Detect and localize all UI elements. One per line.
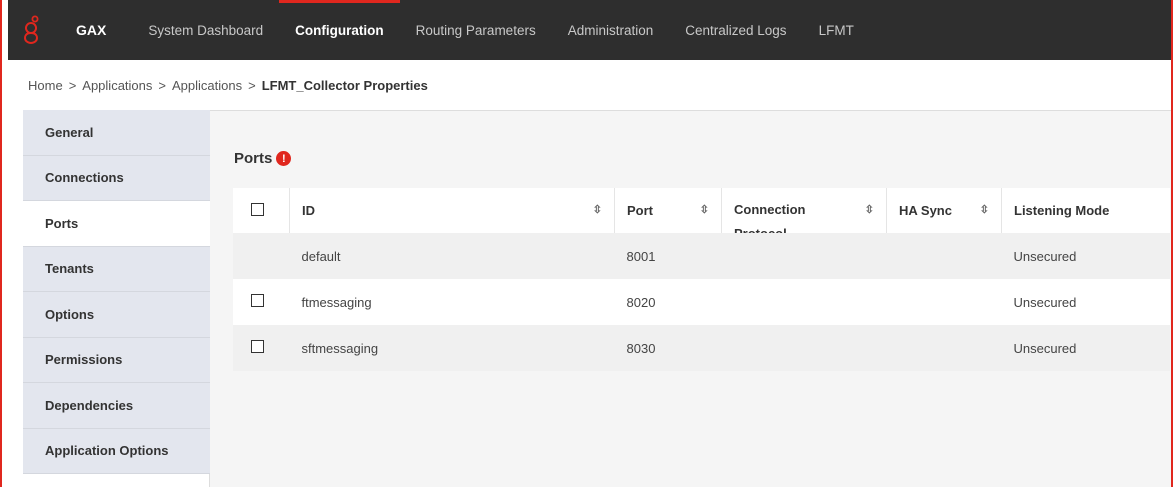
brand-name[interactable]: GAX (76, 22, 106, 38)
sidebar-item-application-options[interactable]: Application Options (23, 428, 210, 474)
column-header-port[interactable]: Port ⇳ (614, 188, 722, 233)
row-checkbox[interactable] (251, 340, 264, 353)
sidebar-item-general[interactable]: General (23, 110, 210, 156)
section-title: Ports ! (234, 150, 292, 167)
row-select-cell (233, 233, 290, 279)
cell-port: 8020 (626, 294, 656, 310)
section-title-text: Ports (234, 150, 273, 167)
column-header-label: Connection Protocol (734, 201, 806, 234)
top-navigation: GAX System Dashboard Configuration Routi… (8, 0, 1171, 60)
breadcrumb: Home > Applications > Applications > LFM… (8, 60, 1171, 111)
cell-ha-sync (887, 279, 1002, 325)
ports-table: ID ⇳ Port ⇳ Connection Protocol ⇳ HA Sync ⇳ … (233, 188, 1170, 371)
table-header-row: ID ⇳ Port ⇳ Connection Protocol ⇳ HA Sync ⇳ … (233, 188, 1170, 233)
window-left-border (0, 0, 8, 487)
column-header-label: HA Sync (899, 203, 952, 218)
nav-centralized-logs[interactable]: Centralized Logs (669, 0, 802, 60)
row-select-cell (233, 325, 290, 371)
breadcrumb-separator: > (158, 77, 166, 93)
cell-ha-sync (887, 325, 1002, 371)
nav-system-dashboard[interactable]: System Dashboard (132, 0, 279, 60)
column-header-label: Port (627, 203, 653, 218)
select-all-checkbox[interactable] (251, 202, 264, 216)
breadcrumb-current: LFMT_Collector Properties (261, 77, 428, 93)
exclamation-circle-icon: ! (276, 151, 292, 166)
row-checkbox[interactable] (251, 294, 264, 307)
column-header-label: Listening Mode (1014, 203, 1110, 218)
nav-lfmt[interactable]: LFMT (803, 0, 870, 60)
properties-sidebar: General Connections Ports Tenants Option… (8, 110, 210, 487)
column-header-id[interactable]: ID ⇳ (289, 188, 615, 233)
breadcrumb-home[interactable]: Home (28, 78, 63, 93)
select-all-cell (233, 188, 290, 233)
cell-protocol (722, 233, 887, 279)
breadcrumb-separator: > (248, 77, 256, 93)
column-header-listening-mode[interactable]: Listening Mode (1001, 188, 1170, 233)
sort-icon[interactable]: ⇳ (980, 205, 989, 216)
sidebar-item-connections[interactable]: Connections (23, 155, 210, 201)
sidebar-item-dependencies[interactable]: Dependencies (23, 383, 210, 429)
cell-port: 8001 (626, 248, 656, 264)
sidebar-item-permissions[interactable]: Permissions (23, 337, 210, 383)
cell-port: 8030 (626, 340, 656, 356)
breadcrumb-separator: > (68, 77, 77, 93)
column-header-connection-protocol[interactable]: Connection Protocol ⇳ (721, 188, 887, 234)
row-select-cell (233, 279, 290, 325)
sort-icon[interactable]: ⇳ (700, 205, 709, 216)
nav-routing-parameters[interactable]: Routing Parameters (400, 0, 552, 60)
cell-listening-mode: Unsecured (1013, 248, 1077, 264)
breadcrumb-applications-folder[interactable]: Applications (172, 78, 242, 93)
cell-protocol (722, 279, 887, 325)
nav-configuration[interactable]: Configuration (279, 0, 401, 60)
cell-id: default (301, 248, 341, 264)
cell-listening-mode: Unsecured (1013, 340, 1077, 356)
table-row[interactable]: ftmessaging 8020 Unsecured (233, 279, 1170, 325)
cell-id: ftmessaging (301, 294, 372, 310)
cell-id: sftmessaging (301, 340, 379, 356)
sort-icon[interactable]: ⇳ (593, 205, 602, 216)
column-header-ha-sync[interactable]: HA Sync ⇳ (886, 188, 1002, 233)
genesys-logo-icon[interactable] (14, 0, 48, 60)
sidebar-item-options[interactable]: Options (23, 292, 210, 338)
sidebar-item-ports[interactable]: Ports (23, 201, 210, 247)
column-header-label: ID (302, 203, 315, 218)
cell-ha-sync (887, 233, 1002, 279)
cell-listening-mode: Unsecured (1013, 294, 1077, 310)
sort-icon[interactable]: ⇳ (865, 205, 874, 216)
main-content: Ports ! ID ⇳ Port ⇳ Connection Protocol ⇳ H… (210, 110, 1171, 487)
table-row[interactable]: sftmessaging 8030 Unsecured (233, 325, 1170, 371)
cell-protocol (722, 325, 887, 371)
breadcrumb-applications[interactable]: Applications (82, 78, 152, 93)
nav-administration[interactable]: Administration (552, 0, 670, 60)
sidebar-item-tenants[interactable]: Tenants (23, 246, 210, 292)
table-row[interactable]: default 8001 Unsecured (233, 233, 1170, 279)
